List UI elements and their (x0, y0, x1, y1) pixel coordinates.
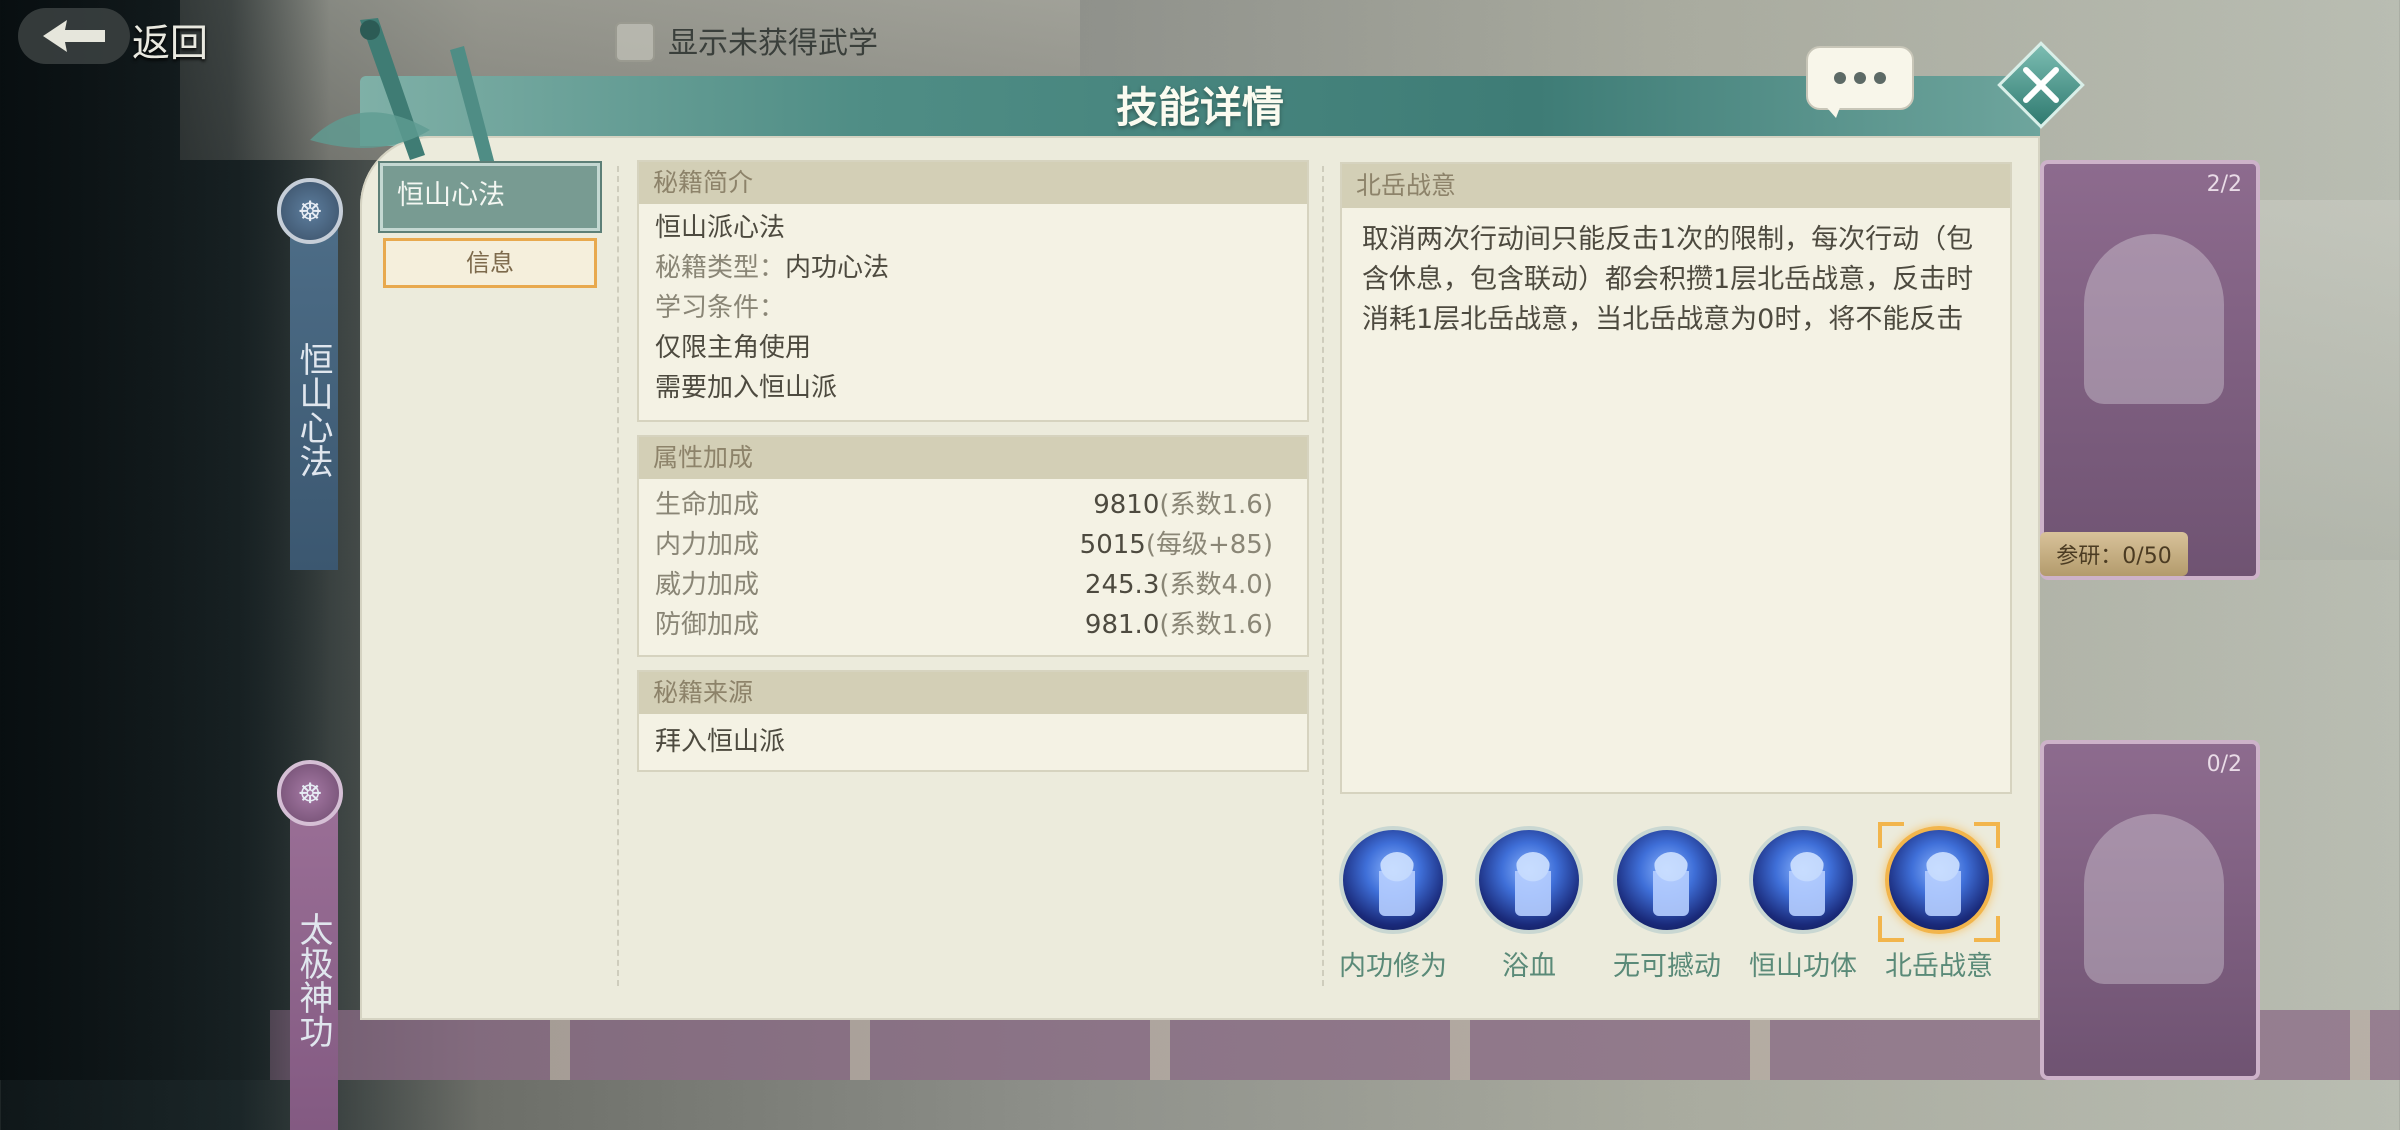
meditation-aura-icon (1749, 826, 1857, 934)
attribute-row: 内力加成 5015(每级+85) (639, 525, 1307, 565)
attribute-key: 威力加成 (655, 570, 760, 600)
meditation-aura-icon (1475, 826, 1583, 934)
selection-corner (1974, 916, 2000, 942)
skill-label: 北岳战意 (1885, 951, 1993, 982)
skill-label: 内功修为 (1339, 951, 1447, 982)
skill-icon-hengshan-gongti[interactable]: 恒山功体 (1746, 826, 1860, 983)
side-scroll-label: 太极神功 (293, 912, 333, 1048)
selection-corner (1878, 822, 1904, 848)
speech-bubble-tail (1822, 102, 1842, 118)
card-count: 2/2 (2206, 172, 2242, 197)
meditation-aura-icon (1613, 826, 1721, 934)
show-unobtained-label[interactable]: 显示未获得武学 (668, 18, 878, 62)
martial-card[interactable]: 0/2 (2040, 740, 2260, 1080)
attribute-key: 内力加成 (655, 530, 760, 560)
skill-icon-neigong-xiuwei[interactable]: 内功修为 (1336, 826, 1450, 983)
attribute-key: 生命加成 (655, 490, 760, 520)
attribute-row: 防御加成 981.0(系数1.6) (639, 605, 1307, 645)
menu-item-hengshan-xinfa[interactable]: 恒山心法 (380, 163, 600, 231)
meditation-aura-icon (1339, 826, 1447, 934)
skill-label: 无可撼动 (1613, 951, 1721, 982)
close-icon (2023, 67, 2059, 103)
martial-card[interactable]: 2/2 (2040, 160, 2260, 580)
menu-subitem-info[interactable]: 信息 (383, 238, 597, 288)
dot-icon (1854, 72, 1866, 84)
side-scroll-taiji[interactable]: 太极神功 (290, 800, 338, 1130)
skill-detail-panel: 北岳战意 取消两次行动间只能反击1次的限制，每次行动（包含休息，包含联动）都会积… (1340, 162, 2012, 794)
attribute-coef: (系数1.6) (1159, 490, 1273, 520)
back-arrow-icon (43, 20, 105, 52)
skill-detail-heading: 北岳战意 (1342, 164, 2010, 208)
background-shade (0, 0, 330, 1080)
section-attributes: 属性加成 生命加成 9810(系数1.6) 内力加成 5015(每级+85) 威力加… (637, 435, 1309, 657)
side-scroll-label: 恒山心法 (293, 342, 333, 478)
section-source: 秘籍来源 拜入恒山派 (637, 670, 1309, 772)
skill-icon-beiyue-zhanyi[interactable]: 北岳战意 (1882, 826, 1996, 983)
back-button[interactable] (18, 8, 130, 64)
meditation-icon: ☸ (277, 178, 343, 244)
back-label[interactable]: 返回 (132, 12, 208, 67)
attribute-row: 生命加成 9810(系数1.6) (639, 485, 1307, 525)
meditation-icon: ☸ (277, 760, 343, 826)
learn-condition: 仅限主角使用 (655, 333, 812, 363)
side-scroll-hengshan[interactable]: 恒山心法 (290, 220, 338, 570)
selection-corner (1974, 822, 2000, 848)
attribute-value: 245.3 (1084, 570, 1160, 600)
attribute-coef: (每级+85) (1145, 530, 1273, 560)
research-badge: 参研：0/50 (2040, 532, 2188, 576)
divider (1322, 166, 1324, 986)
meditation-figure-icon (2084, 234, 2224, 404)
section-heading: 秘籍简介 (639, 162, 1307, 204)
meditation-figure-icon (2084, 814, 2224, 984)
more-options-button[interactable] (1806, 46, 1914, 110)
learn-condition: 需要加入恒山派 (655, 373, 838, 403)
book-name: 恒山派心法 (655, 213, 786, 243)
attribute-key: 防御加成 (655, 610, 760, 640)
skill-label: 恒山功体 (1749, 951, 1857, 982)
attribute-coef: (系数4.0) (1159, 570, 1273, 600)
section-heading: 秘籍来源 (639, 672, 1307, 714)
skill-label: 浴血 (1502, 951, 1556, 982)
skill-description: 取消两次行动间只能反击1次的限制，每次行动（包含休息，包含联动）都会积攒1层北岳… (1362, 224, 1974, 335)
dot-icon (1834, 72, 1846, 84)
close-button[interactable] (1996, 40, 2086, 130)
skill-icon-yuxue[interactable]: 浴血 (1472, 826, 1586, 983)
dot-icon (1874, 72, 1886, 84)
attribute-value: 9810 (1093, 490, 1160, 520)
card-count: 0/2 (2206, 752, 2242, 777)
learn-condition-label: 学习条件： (655, 293, 786, 323)
source-text: 拜入恒山派 (655, 727, 786, 757)
divider (617, 166, 619, 986)
attribute-coef: (系数1.6) (1159, 610, 1273, 640)
book-type: 秘籍类型：内功心法 (655, 253, 890, 283)
attribute-value: 981.0 (1084, 610, 1160, 640)
section-intro: 秘籍简介 恒山派心法 秘籍类型：内功心法 学习条件： 仅限主角使用 需要加入恒山… (637, 160, 1309, 422)
selection-corner (1878, 916, 1904, 942)
attribute-value: 5015 (1079, 530, 1146, 560)
attribute-row: 威力加成 245.3(系数4.0) (639, 565, 1307, 605)
section-heading: 属性加成 (639, 437, 1307, 479)
skill-icon-wuke-handong[interactable]: 无可撼动 (1610, 826, 1724, 983)
show-unobtained-checkbox[interactable] (615, 22, 655, 62)
